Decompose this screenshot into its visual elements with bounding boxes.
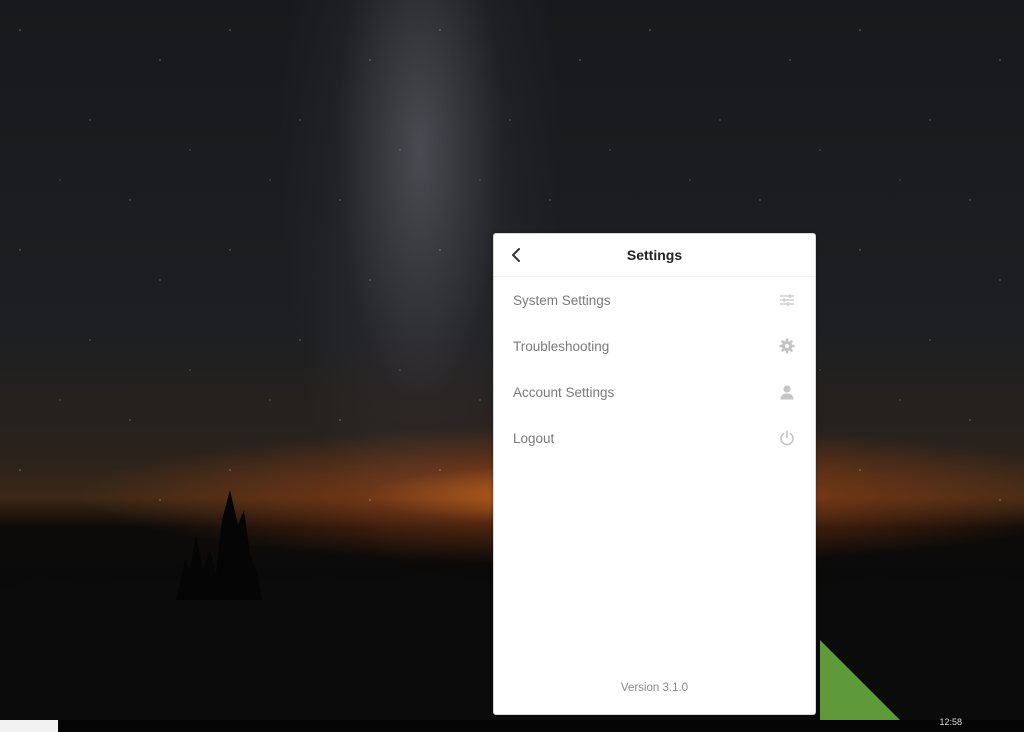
version-label: Version 3.1.0 [620,682,689,694]
menu-item-system-settings[interactable]: System Settings [494,277,815,323]
settings-menu: System Settings Troubleshooting Account … [494,277,815,461]
menu-item-troubleshooting[interactable]: Troubleshooting [494,323,815,369]
settings-header: Settings [494,234,815,277]
menu-item-logout[interactable]: Logout [494,415,815,461]
settings-window: Settings System Settings Troubleshooting… [493,233,816,715]
taskbar: 12:58 [0,717,1024,732]
page-title: Settings [626,247,683,263]
chevron-left-icon [512,248,520,262]
desktop: Settings System Settings Troubleshooting… [0,0,1024,732]
menu-item-label: Account Settings [513,384,615,400]
taskbar-clock: 12:58 [939,717,962,727]
back-button[interactable] [506,245,526,265]
menu-item-label: System Settings [513,292,611,308]
gear-icon [778,337,796,355]
menu-item-label: Logout [513,430,555,446]
menu-item-account-settings[interactable]: Account Settings [494,369,815,415]
taskbar-search-box[interactable] [0,720,58,732]
sliders-icon [778,291,796,309]
menu-item-label: Troubleshooting [513,338,610,354]
power-icon [778,429,796,447]
user-icon [778,383,796,401]
